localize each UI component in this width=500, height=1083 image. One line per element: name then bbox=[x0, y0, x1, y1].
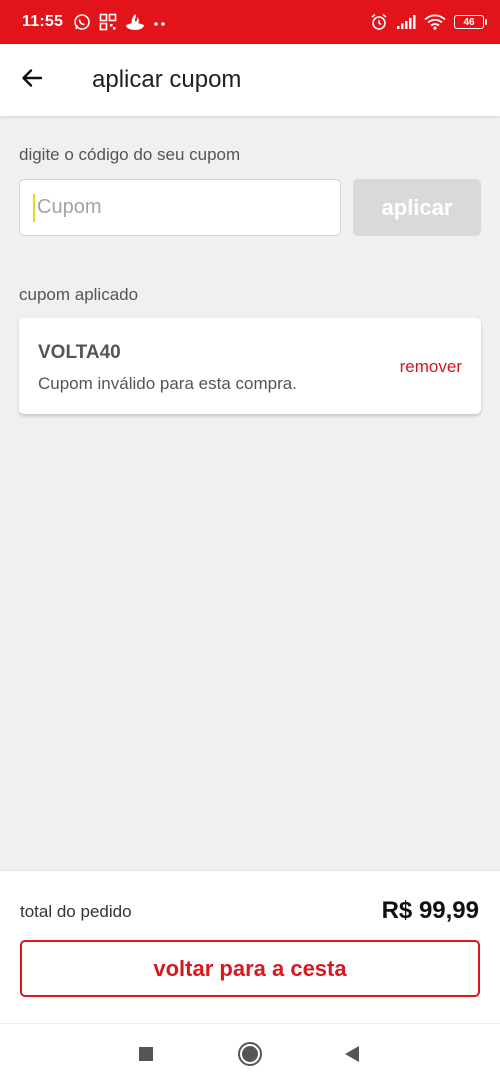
app-header: aplicar cupom bbox=[0, 44, 500, 116]
order-total-label: total do pedido bbox=[20, 902, 132, 921]
coupon-input[interactable] bbox=[33, 193, 340, 222]
arrow-left-icon bbox=[20, 66, 44, 95]
coupon-code: VOLTA40 bbox=[38, 342, 121, 363]
applied-coupon-label: cupom aplicado bbox=[19, 285, 139, 304]
santander-flame-icon bbox=[125, 13, 145, 31]
coupon-error-message: Cupom inválido para esta compra. bbox=[38, 374, 297, 393]
signal-icon bbox=[396, 14, 416, 30]
order-footer: total do pedido R$ 99,99 voltar para a c… bbox=[0, 870, 500, 1023]
back-button[interactable] bbox=[4, 52, 60, 108]
home-circle-icon[interactable] bbox=[237, 1041, 263, 1067]
qr-grid-icon bbox=[99, 13, 117, 31]
coupon-code-label: digite o código do seu cupom bbox=[19, 145, 241, 164]
whatsapp-icon bbox=[73, 13, 91, 31]
status-bar: 11:55 46 bbox=[0, 0, 500, 44]
status-time: 11:55 bbox=[22, 13, 64, 30]
more-dots-icon bbox=[153, 13, 167, 31]
recents-square-icon[interactable] bbox=[133, 1041, 159, 1067]
applied-coupon-card: VOLTA40 Cupom inválido para esta compra.… bbox=[19, 318, 481, 414]
battery-icon: 46 bbox=[454, 15, 487, 29]
remove-coupon-link[interactable]: remover bbox=[400, 357, 462, 377]
status-system-icons: 46 bbox=[370, 13, 487, 31]
back-triangle-icon[interactable] bbox=[339, 1041, 365, 1067]
back-to-cart-button[interactable]: voltar para a cesta bbox=[20, 940, 480, 997]
status-notification-icons bbox=[73, 13, 167, 31]
alarm-icon bbox=[370, 13, 388, 31]
coupon-input-container[interactable] bbox=[19, 179, 341, 236]
wifi-icon bbox=[424, 14, 446, 30]
page-title: aplicar cupom bbox=[92, 66, 242, 93]
apply-coupon-button[interactable]: aplicar bbox=[353, 179, 481, 236]
system-nav-bar bbox=[0, 1023, 500, 1083]
order-total-value: R$ 99,99 bbox=[381, 897, 479, 924]
